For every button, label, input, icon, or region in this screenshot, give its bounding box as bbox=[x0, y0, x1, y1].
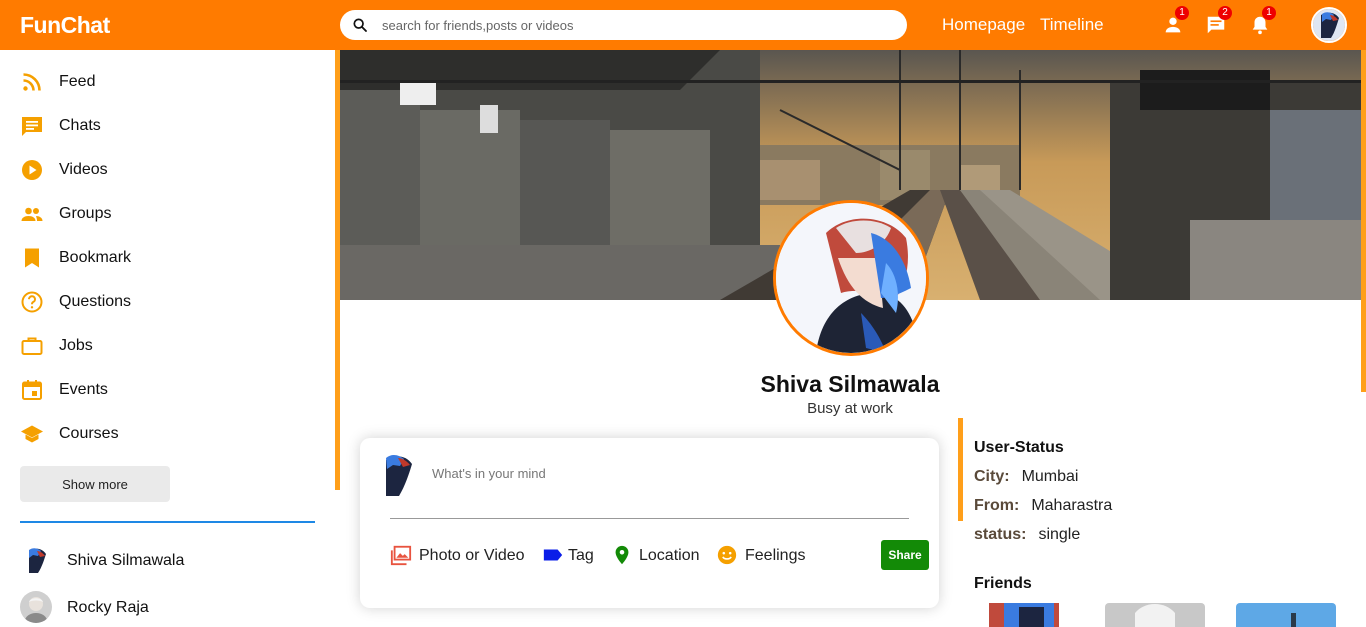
sidebar: Feed Chats Videos Groups Bookmark Questi… bbox=[0, 50, 335, 627]
sidebar-item-label: Chats bbox=[59, 117, 101, 134]
friends-title: Friends bbox=[974, 575, 1032, 592]
user-status-accent bbox=[958, 418, 963, 521]
share-option-label: Location bbox=[639, 547, 700, 564]
group-icon bbox=[21, 207, 43, 221]
sidebar-divider bbox=[20, 521, 315, 523]
bookmark-icon bbox=[25, 248, 39, 268]
sidebar-item-jobs[interactable]: Jobs bbox=[20, 334, 310, 358]
message-badge: 2 bbox=[1218, 6, 1232, 20]
calendar-icon bbox=[22, 380, 42, 400]
sidebar-item-label: Feed bbox=[59, 73, 96, 90]
share-option-photo-video[interactable]: Photo or Video bbox=[390, 542, 530, 568]
show-more-button[interactable]: Show more bbox=[20, 466, 170, 502]
alert-badge: 1 bbox=[1262, 6, 1276, 20]
search-icon bbox=[353, 18, 367, 32]
sidebar-item-label: Events bbox=[59, 381, 108, 398]
profile-picture[interactable] bbox=[773, 200, 929, 356]
share-avatar bbox=[378, 448, 420, 498]
profile-name: Shiva Silmawala bbox=[760, 371, 940, 397]
share-button[interactable]: Share bbox=[881, 540, 929, 570]
search-input[interactable] bbox=[382, 15, 882, 35]
friend-avatar bbox=[20, 591, 52, 623]
search-bar[interactable] bbox=[340, 10, 907, 40]
play-circle-icon bbox=[22, 160, 42, 180]
sidebar-item-courses[interactable]: Courses bbox=[20, 422, 310, 446]
user-status-title: User-Status bbox=[974, 439, 1064, 456]
sidebar-item-label: Questions bbox=[59, 293, 132, 310]
user-status-city: City: Mumbai bbox=[974, 468, 1078, 486]
sidebar-item-label: Jobs bbox=[59, 337, 93, 354]
rss-feed-icon bbox=[23, 73, 41, 91]
share-option-label: Photo or Video bbox=[419, 547, 525, 564]
app-logo[interactable]: FunChat bbox=[20, 12, 110, 39]
sidebar-item-chats[interactable]: Chats bbox=[20, 114, 310, 138]
friend-name: Rocky Raja bbox=[67, 599, 149, 616]
user-avatar[interactable] bbox=[1311, 7, 1347, 43]
timeline-link[interactable]: Timeline bbox=[1040, 15, 1104, 35]
status-label: status: bbox=[974, 526, 1027, 543]
from-value: Maharastra bbox=[1031, 497, 1113, 514]
sidebar-item-events[interactable]: Events bbox=[20, 378, 310, 402]
chat-icon bbox=[22, 117, 42, 136]
help-icon bbox=[21, 291, 43, 313]
friend-request-badge: 1 bbox=[1175, 6, 1189, 20]
share-divider bbox=[390, 518, 909, 519]
location-pin-icon bbox=[615, 545, 629, 565]
photo-library-icon bbox=[390, 545, 412, 566]
sidebar-item-feed[interactable]: Feed bbox=[20, 70, 310, 94]
share-option-location[interactable]: Location bbox=[611, 542, 706, 568]
friend-thumbnail[interactable] bbox=[1236, 603, 1336, 627]
sidebar-item-videos[interactable]: Videos bbox=[20, 158, 310, 182]
friend-thumbnail[interactable] bbox=[974, 603, 1074, 627]
city-label: City: bbox=[974, 468, 1010, 485]
sidebar-item-bookmark[interactable]: Bookmark bbox=[20, 246, 310, 270]
sidebar-item-label: Videos bbox=[59, 161, 108, 178]
top-bar: FunChat Homepage Timeline 1 2 1 bbox=[0, 0, 1366, 50]
share-option-label: Tag bbox=[568, 547, 594, 564]
sidebar-item-label: Courses bbox=[59, 425, 119, 442]
user-status-from: From: Maharastra bbox=[974, 497, 1112, 515]
friend-name: Shiva Silmawala bbox=[67, 552, 185, 569]
main-scrollbar[interactable] bbox=[1361, 50, 1366, 392]
status-value: single bbox=[1038, 526, 1081, 543]
briefcase-icon bbox=[21, 337, 43, 355]
share-input[interactable] bbox=[432, 466, 882, 481]
sidebar-friend[interactable]: Rocky Raja bbox=[20, 591, 310, 625]
from-label: From: bbox=[974, 497, 1020, 514]
sidebar-item-questions[interactable]: Questions bbox=[20, 290, 310, 314]
homepage-link[interactable]: Homepage bbox=[942, 15, 1025, 35]
school-icon bbox=[21, 425, 43, 443]
sidebar-friend[interactable]: Shiva Silmawala bbox=[20, 544, 310, 578]
smiley-icon bbox=[717, 545, 737, 565]
sidebar-item-label: Groups bbox=[59, 205, 112, 222]
friend-thumbnail[interactable] bbox=[1105, 603, 1205, 627]
user-status-relationship: status: single bbox=[974, 526, 1080, 544]
sidebar-item-label: Bookmark bbox=[59, 249, 132, 266]
share-card: Photo or Video Tag Location Feelings Sha… bbox=[360, 438, 939, 608]
label-icon bbox=[543, 549, 563, 561]
profile-description: Busy at work bbox=[807, 400, 893, 417]
share-option-tag[interactable]: Tag bbox=[542, 542, 602, 568]
sidebar-item-groups[interactable]: Groups bbox=[20, 202, 310, 226]
share-option-feelings[interactable]: Feelings bbox=[716, 542, 811, 568]
share-option-label: Feelings bbox=[745, 547, 806, 564]
city-value: Mumbai bbox=[1021, 468, 1079, 485]
friend-avatar bbox=[20, 544, 52, 576]
